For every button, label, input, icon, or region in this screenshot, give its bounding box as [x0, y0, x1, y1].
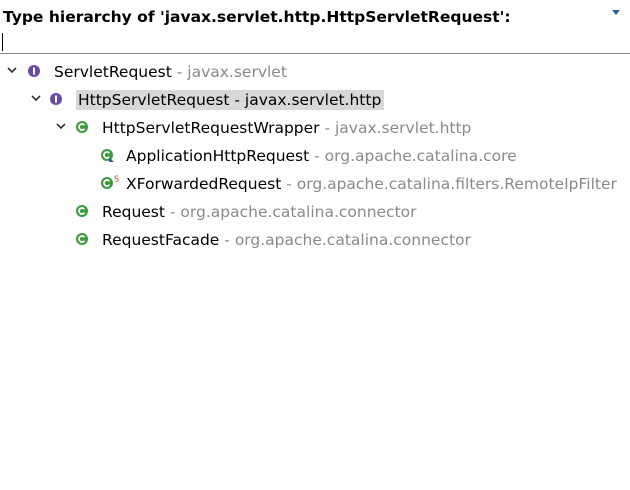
chevron-down-icon[interactable]	[56, 121, 66, 131]
tree-item-request[interactable]: Request - org.apache.catalina.connector	[0, 198, 630, 226]
popup-title: Type hierarchy of 'javax.servlet.http.Ht…	[3, 8, 511, 26]
package-name: org.apache.catalina.filters.RemoteIpFilt…	[296, 175, 617, 193]
class-icon	[76, 205, 88, 217]
type-name: ServletRequest	[54, 63, 172, 81]
tree-item-servletrequest[interactable]: ServletRequest - javax.servlet	[0, 58, 630, 86]
separator: -	[164, 203, 181, 221]
text-caret	[2, 33, 3, 51]
interface-icon	[50, 93, 62, 105]
separator: -	[319, 119, 335, 137]
filter-input[interactable]	[0, 30, 630, 54]
type-name: HttpServletRequest	[78, 91, 230, 109]
hierarchy-tree[interactable]: ServletRequest - javax.servlet HttpServl…	[0, 58, 630, 490]
tree-item-applicationhttprequest[interactable]: ApplicationHttpRequest - org.apache.cata…	[0, 142, 630, 170]
static-class-icon: S	[101, 175, 119, 189]
svg-text:S: S	[114, 175, 119, 184]
type-name: ApplicationHttpRequest	[126, 147, 310, 165]
interface-icon	[28, 65, 40, 77]
tree-item-label: HttpServletRequest - javax.servlet.http	[76, 90, 385, 110]
type-name: HttpServletRequestWrapper	[102, 119, 320, 137]
tree-item-label: RequestFacade - org.apache.catalina.conn…	[102, 230, 471, 250]
popup-header: Type hierarchy of 'javax.servlet.http.Ht…	[0, 0, 630, 56]
tree-item-requestfacade[interactable]: RequestFacade - org.apache.catalina.conn…	[0, 226, 630, 254]
type-name: RequestFacade	[102, 231, 220, 249]
tree-item-label: Request - org.apache.catalina.connector	[102, 202, 417, 222]
class-icon	[76, 121, 88, 133]
tree-item-xforwardedrequest[interactable]: S XForwardedRequest - org.apache.catalin…	[0, 170, 630, 198]
class-icon	[76, 233, 88, 245]
chevron-down-icon[interactable]	[7, 65, 17, 75]
separator: -	[171, 63, 188, 81]
package-name: org.apache.catalina.core	[324, 147, 517, 165]
package-name: org.apache.catalina.connector	[234, 231, 471, 249]
package-name: org.apache.catalina.connector	[180, 203, 417, 221]
tree-item-httpservletrequest[interactable]: HttpServletRequest - javax.servlet.http	[0, 86, 630, 114]
type-hierarchy-popup: Type hierarchy of 'javax.servlet.http.Ht…	[0, 0, 630, 490]
package-name: javax.servlet.http	[244, 91, 382, 109]
type-name: Request	[102, 203, 165, 221]
tree-item-label: ApplicationHttpRequest - org.apache.cata…	[126, 146, 517, 166]
tree-item-label: XForwardedRequest - org.apache.catalina.…	[126, 174, 617, 194]
separator: -	[281, 175, 297, 193]
separator: -	[309, 147, 325, 165]
chevron-down-icon[interactable]	[31, 93, 41, 103]
tree-item-label: ServletRequest - javax.servlet	[54, 62, 287, 82]
class-icon	[101, 149, 114, 162]
tree-item-label: HttpServletRequestWrapper - javax.servle…	[102, 118, 471, 138]
package-name: javax.servlet.http	[335, 119, 472, 137]
separator: -	[229, 91, 245, 109]
type-name: XForwardedRequest	[126, 175, 282, 193]
package-name: javax.servlet	[187, 63, 287, 81]
tree-item-httpservletrequestwrapper[interactable]: HttpServletRequestWrapper - javax.servle…	[0, 114, 630, 142]
view-menu-arrow-icon[interactable]	[612, 10, 620, 15]
separator: -	[219, 231, 235, 249]
